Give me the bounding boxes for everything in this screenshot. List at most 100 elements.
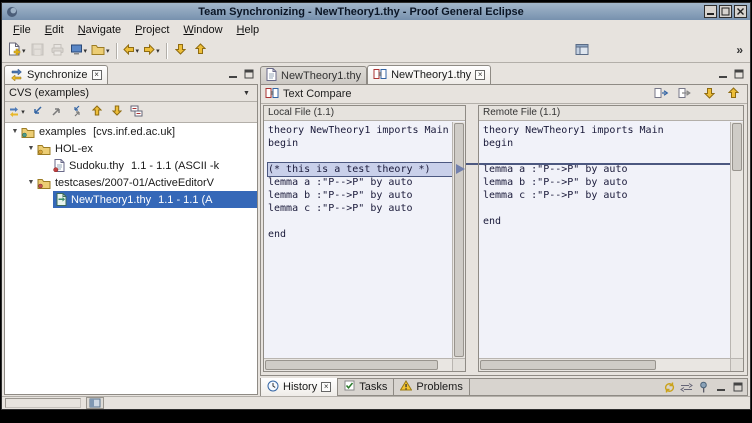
bottom-view-toolbar	[663, 381, 747, 393]
synchronize-dropdown-button[interactable]: ▾	[7, 103, 26, 121]
perspective-icon	[575, 43, 589, 59]
local-file-body: theory NewTheory1 imports Main begin (* …	[264, 122, 465, 371]
status-segment	[5, 398, 81, 408]
tab-history[interactable]: History ×	[261, 378, 338, 396]
scrollbar-thumb[interactable]	[265, 360, 438, 370]
next-difference-button[interactable]	[699, 86, 719, 103]
toolbar-separator	[116, 43, 117, 59]
bottom-view-bar: History × Tasks Problems	[260, 378, 748, 396]
tree-item-sudoku[interactable]: Sudoku.thy 1.1 - 1.1 (ASCII -k	[5, 157, 257, 174]
perspective-button[interactable]	[572, 41, 592, 61]
expand-arrow-icon[interactable]: ▼	[9, 128, 21, 135]
previous-difference-button[interactable]	[723, 86, 743, 103]
remote-code-area[interactable]: theory NewTheory1 imports Main begin lem…	[479, 122, 730, 358]
dropdown-arrow-icon: ▾	[84, 47, 88, 55]
menu-project[interactable]: Project	[128, 22, 176, 38]
menu-file[interactable]: File	[6, 22, 38, 38]
save-button[interactable]	[28, 41, 48, 61]
local-vertical-scrollbar[interactable]	[452, 122, 465, 358]
tab-synchronize[interactable]: Synchronize ×	[4, 65, 108, 84]
menubar: File Edit Navigate Project Window Help	[2, 20, 750, 39]
local-horizontal-scrollbar[interactable]	[264, 358, 452, 371]
local-code-area[interactable]: theory NewTheory1 imports Main begin (* …	[264, 122, 452, 358]
code-line: lemma b :"P-->P" by auto	[268, 189, 452, 202]
new-wizard-button[interactable]: ▾	[6, 41, 28, 61]
tree-item-hol-ex[interactable]: ▼ HOL-ex	[5, 140, 257, 157]
next-change-button[interactable]	[171, 41, 191, 61]
problems-icon	[400, 380, 412, 394]
minimize-editor-button[interactable]	[716, 68, 729, 80]
titlebar[interactable]: Team Synchronizing - NewTheory1.thy - Pr…	[2, 3, 750, 20]
scrollbar-thumb[interactable]	[454, 123, 464, 357]
selected-row-highlight: NewTheory1.thy 1.1 - 1.1 (A	[53, 191, 257, 208]
previous-difference-button[interactable]	[87, 103, 106, 121]
synchronize-toolbar: ▾	[5, 102, 257, 123]
maximize-editor-button[interactable]	[732, 68, 745, 80]
refresh-button[interactable]	[663, 381, 676, 393]
toolbar-overflow-chevron[interactable]: »	[736, 43, 743, 57]
tree-item-examples[interactable]: ▼ examples [cvs.inf.ed.ac.uk]	[5, 123, 257, 140]
collapse-all-button[interactable]	[127, 103, 146, 121]
minimize-button[interactable]	[704, 5, 717, 18]
next-difference-button[interactable]	[107, 103, 126, 121]
compare-editor: Text Compare Local File (1.1)	[260, 84, 748, 376]
back-button[interactable]: ▾	[121, 41, 142, 61]
outgoing-mode-button[interactable]	[47, 103, 66, 121]
link-with-editor-button[interactable]	[680, 381, 693, 393]
tree-item-testcases[interactable]: ▼ testcases/2007-01/ActiveEditorV	[5, 174, 257, 191]
menu-navigate[interactable]: Navigate	[71, 22, 128, 38]
print-button[interactable]	[48, 41, 68, 61]
copy-current-change-button[interactable]	[675, 86, 695, 103]
launch-dropdown-button[interactable]: ▾	[68, 41, 90, 61]
pin-button[interactable]	[697, 381, 710, 393]
participant-dropdown-button[interactable]: ▼	[240, 87, 253, 100]
minimize-view-button[interactable]	[226, 68, 239, 80]
forward-button[interactable]: ▾	[141, 41, 162, 61]
minimize-view-button[interactable]	[714, 381, 727, 393]
synchronize-tree[interactable]: ▼ examples [cvs.inf.ed.ac.uk] ▼ HOL-ex S…	[5, 123, 257, 394]
menu-help[interactable]: Help	[230, 22, 267, 38]
remote-horizontal-scrollbar[interactable]	[479, 358, 730, 371]
participant-bar: CVS (examples) ▼	[5, 85, 257, 102]
expand-arrow-icon[interactable]: ▼	[25, 179, 37, 186]
menu-edit[interactable]: Edit	[38, 22, 71, 38]
forward-arrow-icon	[143, 44, 155, 58]
code-line: begin	[268, 137, 452, 150]
tree-item-newtheory1-selected[interactable]: NewTheory1.thy 1.1 - 1.1 (A	[5, 191, 257, 208]
incoming-mode-button[interactable]	[27, 103, 46, 121]
both-mode-button[interactable]	[67, 103, 86, 121]
tab-problems[interactable]: Problems	[394, 378, 469, 396]
editor-corner-buttons	[716, 68, 745, 80]
remote-vertical-scrollbar[interactable]	[730, 122, 743, 358]
fast-view-button[interactable]	[86, 397, 104, 409]
compare-panes: Local File (1.1) theory NewTheory1 impor…	[261, 104, 747, 375]
close-button[interactable]	[734, 5, 747, 18]
diff-insertion-line	[479, 163, 730, 165]
tree-item-label: Sudoku.thy	[69, 160, 124, 172]
diff-selected-line: (* this is a test theory *)	[268, 163, 452, 176]
incoming-arrow-icon	[31, 105, 43, 120]
tab-tasks[interactable]: Tasks	[338, 378, 394, 396]
maximize-view-button[interactable]	[731, 381, 744, 393]
close-view-button[interactable]: ×	[92, 70, 102, 80]
tab-label: Tasks	[359, 381, 387, 393]
tab-newtheory1-editor[interactable]: NewTheory1.thy	[260, 66, 367, 84]
tree-item-meta: [cvs.inf.ed.ac.uk]	[93, 126, 175, 138]
open-folder-dropdown-button[interactable]: ▾	[89, 41, 112, 61]
copy-all-left-to-right-button[interactable]	[651, 86, 671, 103]
menu-window[interactable]: Window	[176, 22, 229, 38]
close-tab-button[interactable]: ×	[475, 70, 485, 80]
code-line: theory NewTheory1 imports Main	[483, 124, 730, 137]
maximize-view-button[interactable]	[242, 68, 255, 80]
project-folder-icon	[21, 126, 35, 138]
scrollbar-thumb[interactable]	[732, 123, 742, 171]
tab-newtheory1-compare[interactable]: NewTheory1.thy ×	[367, 65, 491, 84]
remote-file-body: theory NewTheory1 imports Main begin lem…	[479, 122, 743, 371]
expand-arrow-icon[interactable]: ▼	[25, 145, 37, 152]
previous-change-button[interactable]	[191, 41, 211, 61]
down-arrow-icon	[175, 43, 186, 58]
scrollbar-thumb[interactable]	[480, 360, 656, 370]
synchronize-view-body: CVS (examples) ▼ ▾	[4, 84, 258, 395]
close-view-button[interactable]: ×	[321, 382, 331, 392]
maximize-button[interactable]	[719, 5, 732, 18]
